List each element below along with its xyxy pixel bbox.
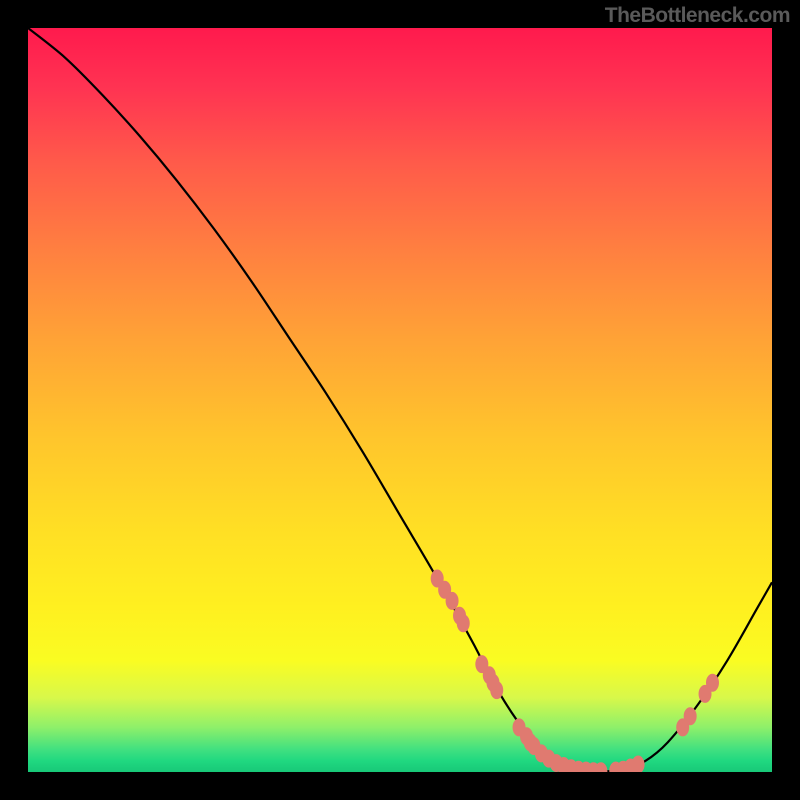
data-marker [632,756,645,772]
data-marker [706,674,719,692]
data-marker [457,614,470,632]
plot-area [28,28,772,772]
data-markers [431,570,719,772]
data-marker [490,681,503,699]
chart-container: TheBottleneck.com [0,0,800,800]
data-marker [446,592,459,610]
bottleneck-curve [28,28,772,771]
watermark-text: TheBottleneck.com [605,4,790,28]
data-marker [684,707,697,725]
curve-svg [28,28,772,772]
